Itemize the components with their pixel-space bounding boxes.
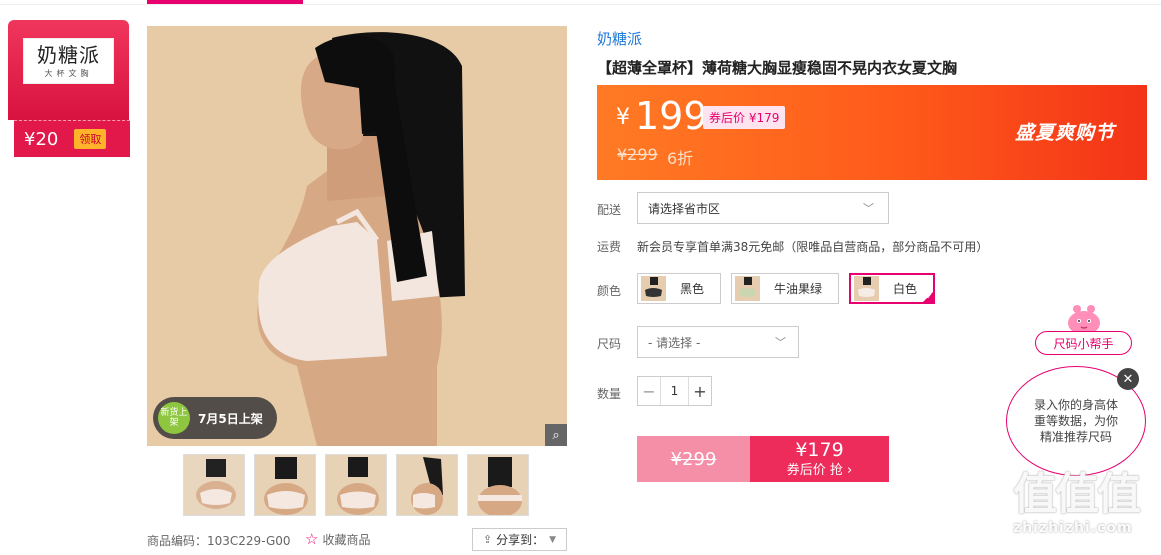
size-helper-button[interactable]: 尺码小帮手 [1035,331,1132,355]
color-options: 黑色 牛油果绿 白色 [637,273,936,304]
buy-subtitle: 券后价 抢 › [786,463,853,478]
thumbnail-3[interactable] [325,454,387,516]
color-option-label: 黑色 [680,282,705,296]
size-select[interactable]: - 请选择 - ﹀ [637,326,799,358]
favorite-button[interactable]: ☆ 收藏商品 [305,530,370,548]
current-price: 199 [635,94,708,138]
thumbnail-4[interactable] [396,454,458,516]
buy-price: ¥179 [795,439,844,461]
festival-banner: 盛夏爽购节 [1014,122,1115,144]
claim-coupon-button[interactable]: 领取 [74,129,107,149]
region-select[interactable]: 请选择省市区 ﹀ [637,192,889,224]
price-banner: ¥ 199 券后价 ¥179 ¥299 6折 盛夏爽购节 [597,85,1147,180]
favorite-label: 收藏商品 [322,532,371,547]
quantity-decrease-button[interactable]: − [638,377,660,405]
close-icon[interactable]: ✕ [1117,368,1139,390]
thumbnail-strip [183,454,529,516]
original-price: ¥299 [617,145,658,164]
size-label: 尺码 [597,337,622,351]
buy-with-coupon-button[interactable]: ¥179 券后价 抢 › [750,436,889,482]
quantity-input[interactable]: 1 [660,377,689,405]
chevron-down-icon: ﹀ [863,202,874,215]
color-swatch [735,276,761,301]
color-option-white[interactable]: 白色 [849,273,936,304]
size-select-value: - 请选择 - [648,335,701,350]
quantity-label: 数量 [597,387,622,401]
store-coupon[interactable]: 奶糖派 大杯文胸 ¥20 领取 [8,20,130,157]
original-price-button[interactable]: ¥299 [637,436,750,482]
new-arrival-circle: 新货上架 [158,402,190,434]
helper-text-line1: 录入你的身高体 [1033,398,1118,412]
color-option-avocado[interactable]: 牛油果绿 [731,273,840,304]
price-currency: ¥ [616,105,630,130]
region-select-value: 请选择省市区 [648,201,721,216]
quantity-increase-button[interactable]: + [689,377,711,405]
share-dropdown[interactable]: ⇪ 分享到： ▼ [472,528,567,551]
brand-logo: 奶糖派 大杯文胸 [23,38,114,84]
color-swatch [854,276,880,301]
color-option-black[interactable]: 黑色 [637,273,722,304]
share-icon: ⇪ [482,533,493,546]
product-sku: 商品编码：103C229-G00 [147,534,291,548]
share-label: 分享到： [496,533,545,547]
discount-rate: 6折 [667,149,694,168]
coupon-footer: ¥20 领取 [14,120,130,157]
quantity-stepper: − 1 + [637,376,712,406]
color-label: 颜色 [597,284,622,298]
color-option-label: 牛油果绿 [774,282,823,296]
watermark-url: zhizhizhi.com [1013,520,1133,536]
thumbnail-5[interactable] [467,454,529,516]
coupon-header: 奶糖派 大杯文胸 [8,20,129,120]
color-swatch [641,276,666,301]
coupon-amount: ¥20 [24,128,59,150]
shipping-note: 新会员专享首单满38元免邮（限唯品自营商品，部分商品不可用） [637,240,989,254]
thumbnail-2[interactable] [254,454,316,516]
chevron-down-icon: ▼ [549,534,557,545]
launch-date-text: 7月5日上架 [198,411,263,426]
product-title: 【超薄全罩杯】薄荷糖大胸显瘦稳固不晃内衣女夏文胸 [597,59,958,77]
star-icon: ☆ [305,530,319,548]
main-product-image[interactable]: 新货上架 7月5日上架 ⌕ [147,26,567,446]
launch-date-badge: 新货上架 7月5日上架 [153,397,277,439]
product-photo [147,26,567,446]
brand-logo-subtitle: 大杯文胸 [44,68,93,78]
coupon-price-tag: 券后价 ¥179 [703,106,786,129]
delivery-label: 配送 [597,203,622,217]
helper-text-line3: 精准推荐尺码 [1039,430,1112,444]
watermark-logo: 值值值 [1013,469,1141,520]
chevron-down-icon: ﹀ [775,336,786,349]
active-tab-indicator [147,0,303,4]
helper-text-line2: 重等数据，为你 [1033,414,1118,428]
watermark: 值值值 zhizhizhi.com [1013,470,1157,550]
brand-logo-title: 奶糖派 [37,42,100,67]
shipping-label: 运费 [597,240,622,254]
selected-check-icon [921,290,936,304]
magnifier-icon[interactable]: ⌕ [545,424,567,446]
thumbnail-1[interactable] [183,454,245,516]
brand-link[interactable]: 奶糖派 [597,28,642,49]
